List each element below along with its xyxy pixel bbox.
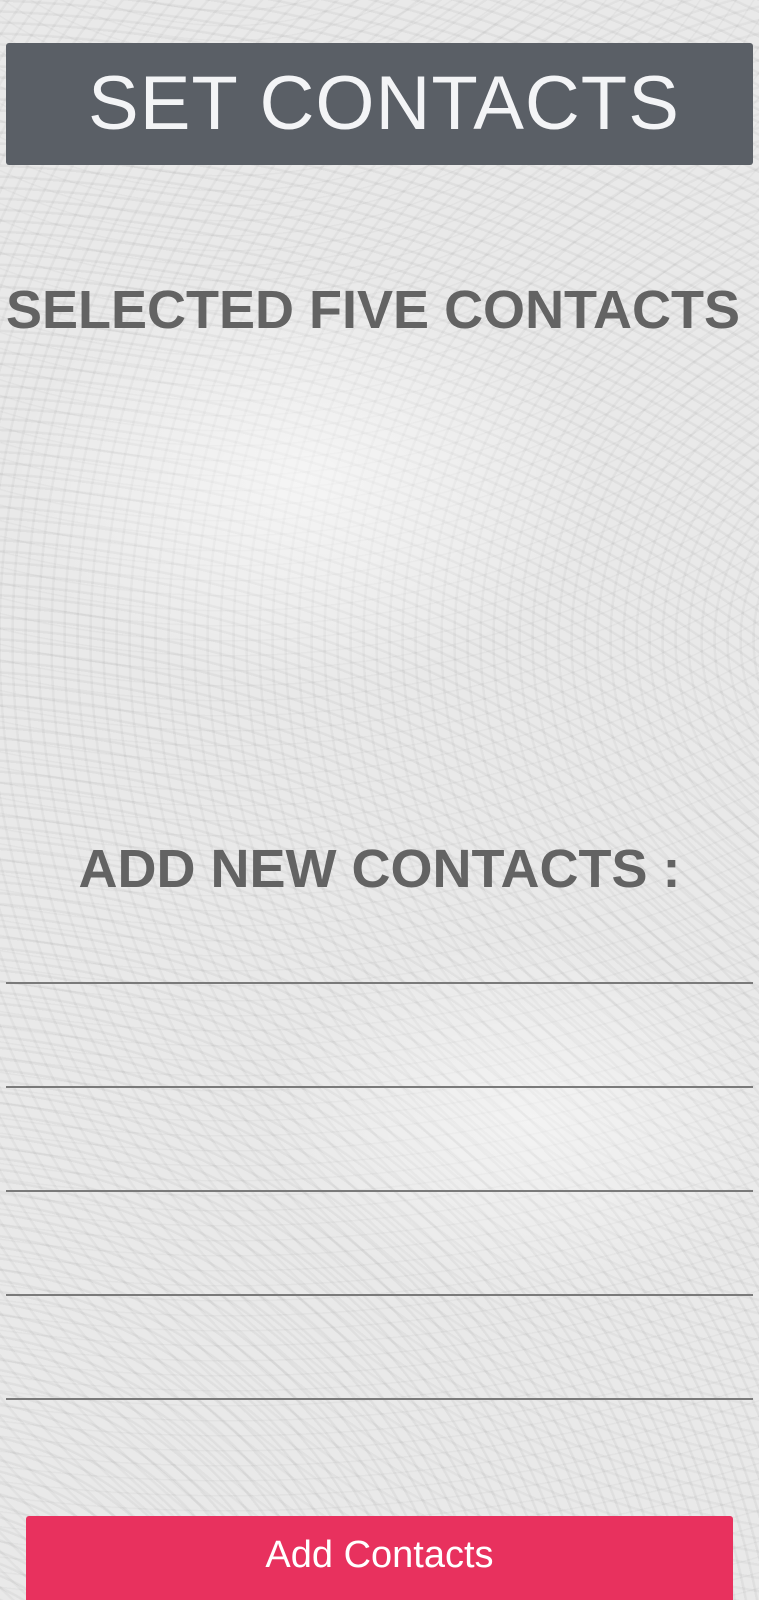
contact-field-3[interactable] (6, 1132, 753, 1192)
contact-field-1[interactable] (6, 924, 753, 984)
add-contacts-button[interactable]: Add Contacts (26, 1516, 733, 1600)
add-new-contacts-heading: ADD NEW CONTACTS : (78, 839, 681, 899)
selected-contacts-heading: SELECTED FIVE CONTACTS (6, 280, 741, 340)
title-bar: SET CONTACTS (6, 43, 753, 165)
contact-field-5[interactable] (6, 1340, 753, 1400)
page-title: SET CONTACTS (88, 61, 680, 146)
contact-field-4[interactable] (6, 1236, 753, 1296)
contact-field-2[interactable] (6, 1028, 753, 1088)
